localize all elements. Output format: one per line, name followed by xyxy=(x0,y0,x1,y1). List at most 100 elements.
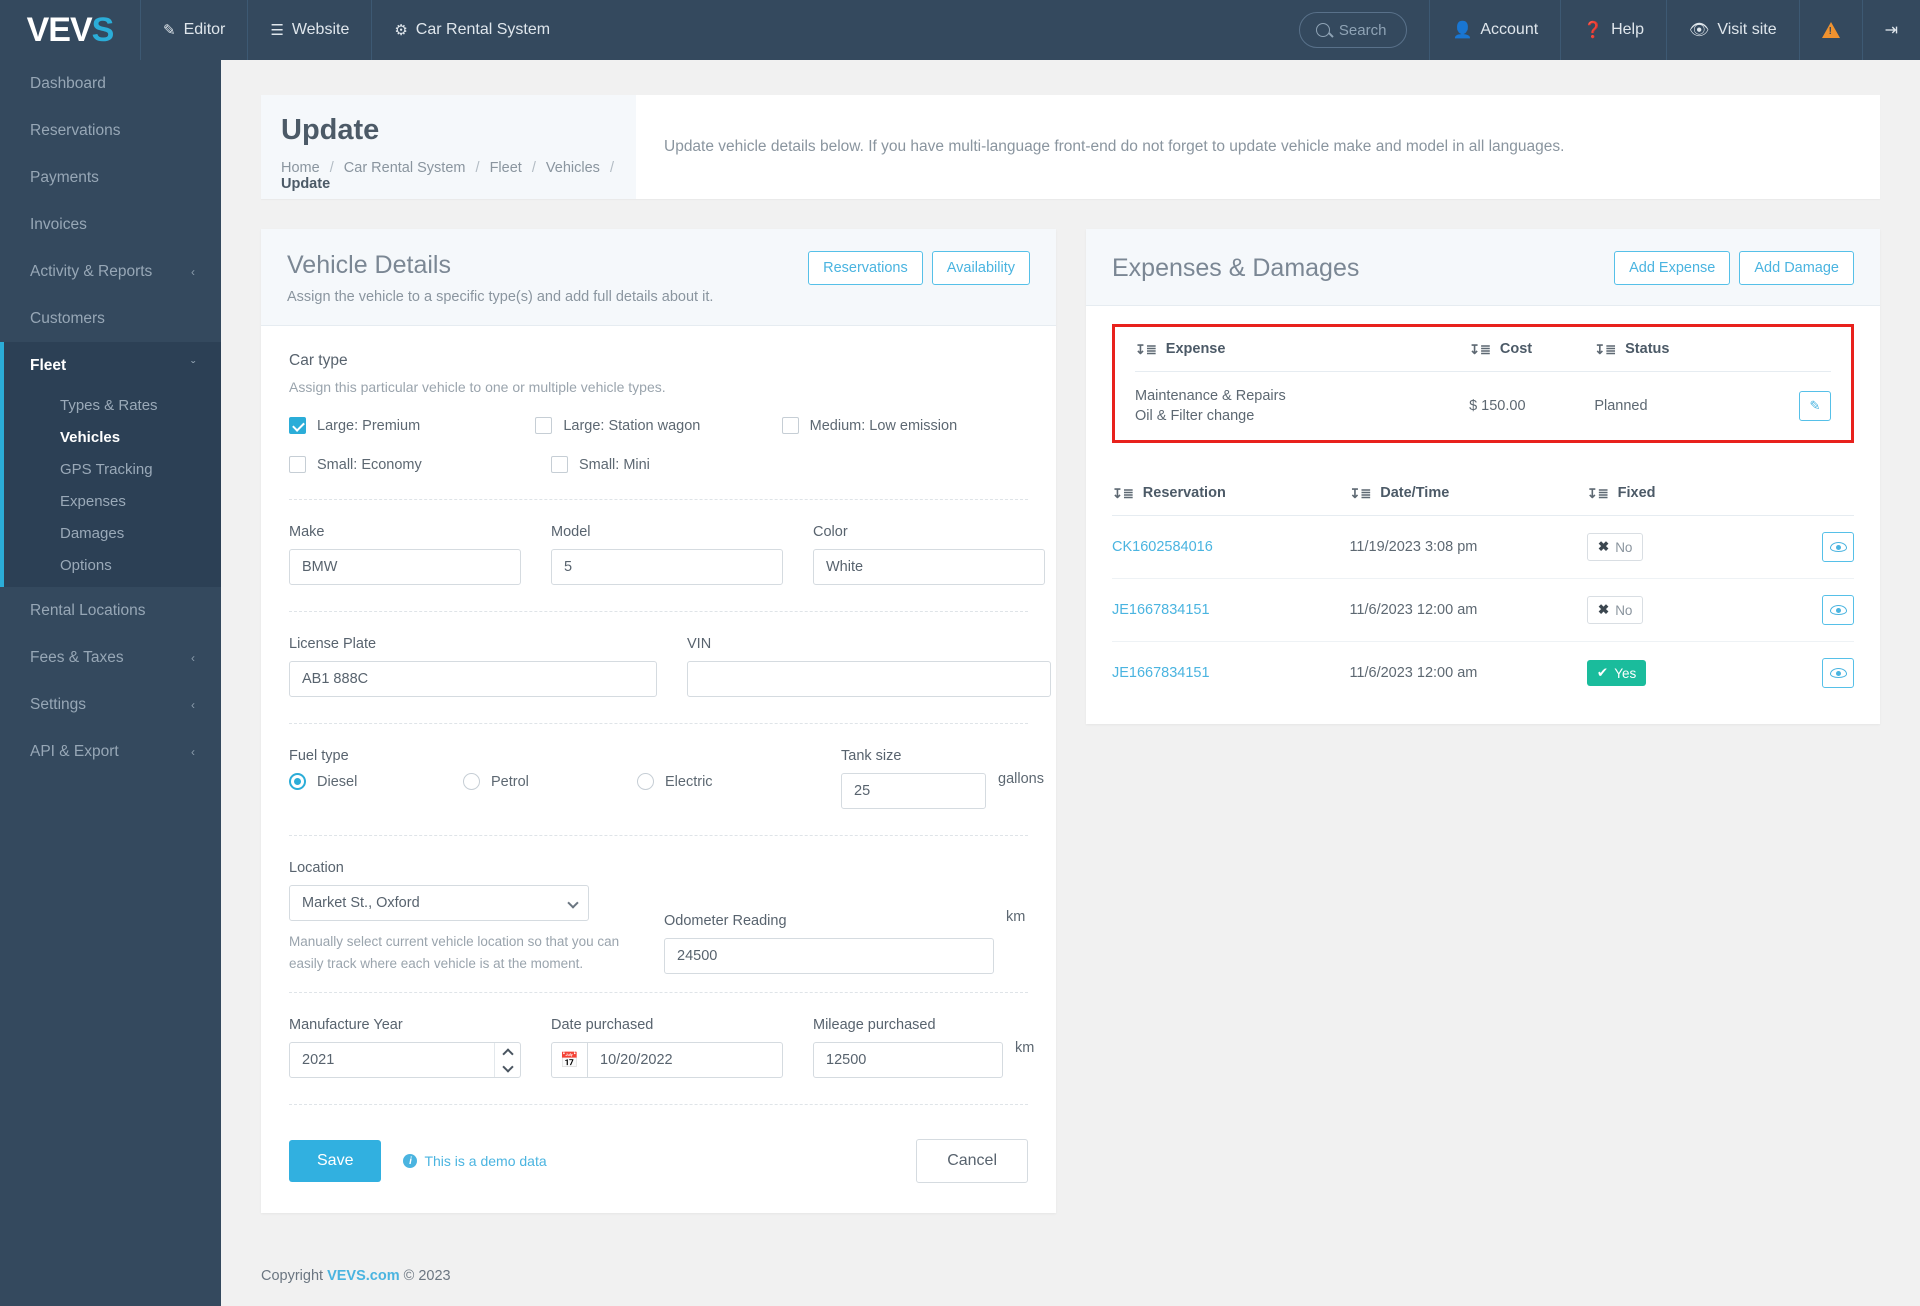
sidebar-item-settings[interactable]: Settings ‹ xyxy=(0,681,221,728)
radio-diesel[interactable]: Diesel xyxy=(289,773,463,790)
visit-site-link[interactable]: 👁 Visit site xyxy=(1666,0,1799,60)
odometer-inner: Odometer Reading xyxy=(664,913,994,975)
footer-link[interactable]: VEVS.com xyxy=(327,1268,400,1284)
radio-icon[interactable] xyxy=(463,773,480,790)
vin-input[interactable] xyxy=(687,661,1051,697)
add-damage-button[interactable]: Add Damage xyxy=(1739,251,1854,285)
checkbox-icon[interactable] xyxy=(781,417,799,434)
quantity-stepper[interactable] xyxy=(494,1043,520,1078)
sidebar-item-types-rates[interactable]: Types & Rates xyxy=(4,389,221,421)
radio-icon[interactable] xyxy=(637,773,654,790)
breadcrumb-item-car-rental-system[interactable]: Car Rental System xyxy=(344,160,466,176)
radio-petrol[interactable]: Petrol xyxy=(463,773,637,790)
sidebar-item-rental-locations[interactable]: Rental Locations xyxy=(0,587,221,634)
availability-button[interactable]: Availability xyxy=(931,251,1030,285)
chevron-down-icon[interactable] xyxy=(501,1061,514,1073)
nav-car-rental-system[interactable]: ⚙ Car Rental System xyxy=(371,0,572,60)
sidebar-sub-label: Options xyxy=(60,556,112,574)
sidebar-item-activity-reports[interactable]: Activity & Reports ‹ xyxy=(0,248,221,295)
checkbox-icon-checked[interactable] xyxy=(289,417,306,434)
sidebar-item-options[interactable]: Options xyxy=(4,549,221,581)
cancel-button[interactable]: Cancel xyxy=(916,1139,1028,1184)
date-purchased-input[interactable] xyxy=(587,1042,783,1079)
divider xyxy=(289,723,1028,724)
odometer-input[interactable] xyxy=(664,938,994,975)
expense-col-cost[interactable]: ↧≣ Cost xyxy=(1469,327,1595,372)
add-expense-button[interactable]: Add Expense xyxy=(1614,251,1731,285)
expense-table-header-row: ↧≣ Expense ↧≣ Cost ↧≣ Status xyxy=(1135,327,1831,372)
sidebar-item-customers[interactable]: Customers xyxy=(0,295,221,342)
damage-col-fixed[interactable]: ↧≣ Fixed xyxy=(1586,471,1780,516)
calendar-icon[interactable]: 📅 xyxy=(551,1042,587,1079)
reservation-link[interactable]: JE1667834151 xyxy=(1112,665,1210,681)
sort-icon: ↧≣ xyxy=(1594,342,1617,357)
sidebar-item-fees-taxes[interactable]: Fees & Taxes ‹ xyxy=(0,634,221,681)
color-input[interactable] xyxy=(813,549,1045,585)
expense-table-body: Maintenance & Repairs Oil & Filter chang… xyxy=(1135,372,1831,441)
make-field: Make xyxy=(289,524,521,585)
sidebar-item-dashboard[interactable]: Dashboard xyxy=(0,60,221,107)
checkbox-icon[interactable] xyxy=(535,417,553,434)
expense-col-expense[interactable]: ↧≣ Expense xyxy=(1135,327,1470,372)
sort-icon: ↧≣ xyxy=(1349,486,1372,501)
edit-expense-button[interactable]: ✎ xyxy=(1799,391,1831,421)
reservation-link[interactable]: CK1602584016 xyxy=(1112,539,1213,555)
nav-editor[interactable]: ✎ Editor xyxy=(140,0,247,60)
tank-size-input[interactable] xyxy=(841,773,986,809)
expense-col-status[interactable]: ↧≣ Status xyxy=(1594,327,1762,372)
sidebar-item-vehicles[interactable]: Vehicles xyxy=(4,421,221,453)
view-damage-button[interactable] xyxy=(1822,658,1854,688)
sidebar-item-fleet[interactable]: Fleet ˇ xyxy=(0,342,221,389)
sidebar-item-label: Fees & Taxes xyxy=(30,648,124,666)
license-plate-input[interactable] xyxy=(289,661,657,697)
breadcrumb-item-vehicles[interactable]: Vehicles xyxy=(546,160,600,176)
breadcrumb-item-home[interactable]: Home xyxy=(281,160,320,176)
search-container: Search xyxy=(1277,0,1430,60)
checkbox-small-mini[interactable]: Small: Mini xyxy=(551,456,813,473)
sidebar-item-reservations[interactable]: Reservations xyxy=(0,107,221,154)
manufacture-year-input[interactable] xyxy=(289,1042,521,1079)
save-button[interactable]: Save xyxy=(289,1140,382,1183)
manufacture-year-label: Manufacture Year xyxy=(289,1017,403,1034)
sidebar-item-gps-tracking[interactable]: GPS Tracking xyxy=(4,453,221,485)
model-input[interactable] xyxy=(551,549,783,585)
checkbox-large-station-wagon[interactable]: Large: Station wagon xyxy=(535,417,781,434)
expense-table-highlight: ↧≣ Expense ↧≣ Cost ↧≣ Status Maintenance & … xyxy=(1112,324,1854,443)
checkbox-large-premium[interactable]: Large: Premium xyxy=(289,417,535,434)
help-menu[interactable]: ❓ Help xyxy=(1560,0,1666,60)
sidebar-item-damages[interactable]: Damages xyxy=(4,517,221,549)
breadcrumb-item-fleet[interactable]: Fleet xyxy=(490,160,522,176)
sidebar-item-api-export[interactable]: API & Export ‹ xyxy=(0,728,221,775)
sidebar-item-payments[interactable]: Payments xyxy=(0,154,221,201)
sidebar-item-invoices[interactable]: Invoices xyxy=(0,201,221,248)
make-input[interactable] xyxy=(289,549,521,585)
nav-website[interactable]: ☰ Website xyxy=(247,0,371,60)
app-logo[interactable]: VEVS xyxy=(0,0,140,60)
sort-icon: ↧≣ xyxy=(1469,342,1491,357)
radio-electric[interactable]: Electric xyxy=(637,773,811,790)
checkbox-medium-low-emission[interactable]: Medium: Low emission xyxy=(781,417,1028,434)
damage-col-reservation[interactable]: ↧≣ Reservation xyxy=(1112,471,1350,516)
view-damage-button[interactable] xyxy=(1822,595,1854,625)
checkbox-small-economy[interactable]: Small: Economy xyxy=(289,456,551,473)
account-menu[interactable]: 👤 Account xyxy=(1429,0,1560,60)
logout-button[interactable]: ⇥ xyxy=(1861,0,1920,60)
sidebar-sub-label: Types & Rates xyxy=(60,396,158,414)
view-damage-button[interactable] xyxy=(1822,532,1854,562)
damage-cell-fixed: ✔ Yes xyxy=(1586,642,1780,705)
sidebar-sub-label: GPS Tracking xyxy=(60,460,153,478)
checkbox-icon[interactable] xyxy=(289,456,306,473)
reservation-link[interactable]: JE1667834151 xyxy=(1112,602,1210,618)
search-input[interactable]: Search xyxy=(1298,12,1408,48)
chevron-up-icon[interactable] xyxy=(501,1048,514,1060)
reservations-button[interactable]: Reservations xyxy=(808,251,923,285)
mileage-purchased-input[interactable] xyxy=(813,1042,1003,1079)
warning-button[interactable] xyxy=(1798,0,1862,60)
radio-icon-selected[interactable] xyxy=(289,773,306,790)
checkbox-icon[interactable] xyxy=(551,456,568,473)
location-select[interactable]: Market St., Oxford xyxy=(289,885,589,921)
damage-col-datetime[interactable]: ↧≣ Date/Time xyxy=(1349,471,1587,516)
demo-data-note[interactable]: i This is a demo data xyxy=(403,1153,547,1169)
tank-size-field: Tank size gallons xyxy=(841,748,1044,809)
sidebar-item-expenses[interactable]: Expenses xyxy=(4,485,221,517)
